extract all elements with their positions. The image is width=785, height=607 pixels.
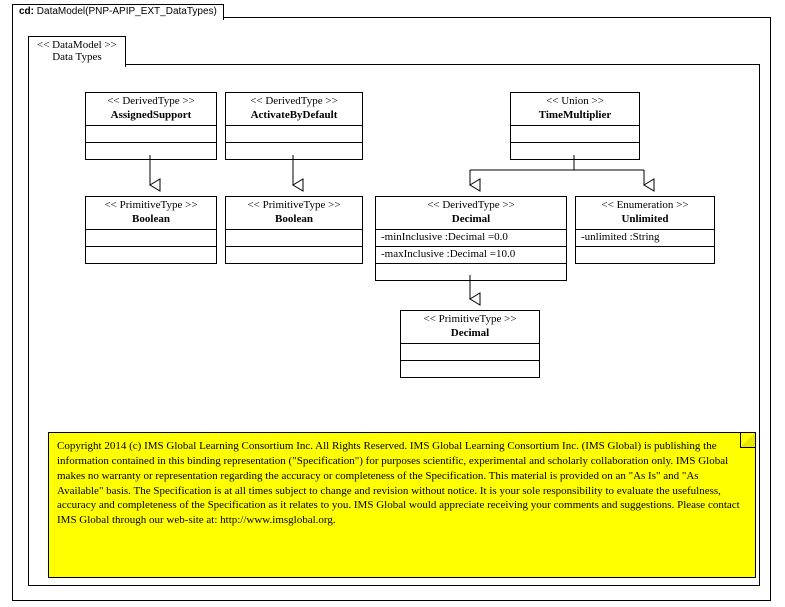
class-name: AssignedSupport bbox=[90, 109, 212, 123]
stereotype: << DerivedType >> bbox=[380, 199, 562, 213]
attr-max: -maxInclusive :Decimal =10.0 bbox=[376, 247, 566, 264]
empty-row bbox=[86, 143, 216, 159]
class-name: Boolean bbox=[230, 213, 358, 227]
empty-row bbox=[226, 230, 362, 247]
empty-row bbox=[376, 264, 566, 280]
stereotype: << PrimitiveType >> bbox=[405, 313, 535, 327]
stereotype: << Enumeration >> bbox=[580, 199, 710, 213]
empty-row bbox=[511, 143, 639, 159]
attr-unlimited: -unlimited :String bbox=[576, 230, 714, 247]
title-prefix: cd: bbox=[19, 6, 34, 17]
class-name: Boolean bbox=[90, 213, 212, 227]
stereotype: << Union >> bbox=[515, 95, 635, 109]
diagram-canvas: cd: DataModel(PNP-APIP_EXT_DataTypes) <<… bbox=[0, 0, 785, 607]
class-assigned-support: << DerivedType >> AssignedSupport bbox=[85, 92, 217, 160]
class-name: Decimal bbox=[380, 213, 562, 227]
class-name: Decimal bbox=[405, 327, 535, 341]
empty-row bbox=[86, 247, 216, 263]
class-name: TimeMultiplier bbox=[515, 109, 635, 123]
stereotype: << DerivedType >> bbox=[230, 95, 358, 109]
class-boolean-b: << PrimitiveType >> Boolean bbox=[225, 196, 363, 264]
class-time-multiplier: << Union >> TimeMultiplier bbox=[510, 92, 640, 160]
class-unlimited: << Enumeration >> Unlimited -unlimited :… bbox=[575, 196, 715, 264]
stereotype: << DerivedType >> bbox=[90, 95, 212, 109]
package-name: Data Types bbox=[37, 51, 117, 63]
title-name: DataModel(PNP-APIP_EXT_DataTypes) bbox=[37, 6, 217, 17]
empty-row bbox=[511, 126, 639, 143]
package-stereotype: << DataModel >> bbox=[37, 39, 117, 51]
class-name: Unlimited bbox=[580, 213, 710, 227]
empty-row bbox=[576, 247, 714, 263]
copyright-text: Copyright 2014 (c) IMS Global Learning C… bbox=[57, 440, 740, 526]
class-decimal-primitive: << PrimitiveType >> Decimal bbox=[400, 310, 540, 378]
stereotype: << PrimitiveType >> bbox=[230, 199, 358, 213]
stereotype: << PrimitiveType >> bbox=[90, 199, 212, 213]
attr-min: -minInclusive :Decimal =0.0 bbox=[376, 230, 566, 247]
class-boolean-a: << PrimitiveType >> Boolean bbox=[85, 196, 217, 264]
empty-row bbox=[401, 344, 539, 361]
empty-row bbox=[226, 143, 362, 159]
copyright-note: Copyright 2014 (c) IMS Global Learning C… bbox=[48, 432, 756, 578]
empty-row bbox=[86, 126, 216, 143]
empty-row bbox=[401, 361, 539, 377]
package-tab: << DataModel >> Data Types bbox=[28, 36, 126, 67]
class-activate-by-default: << DerivedType >> ActivateByDefault bbox=[225, 92, 363, 160]
empty-row bbox=[86, 230, 216, 247]
class-name: ActivateByDefault bbox=[230, 109, 358, 123]
class-decimal-derived: << DerivedType >> Decimal -minInclusive … bbox=[375, 196, 567, 281]
diagram-title-tab: cd: DataModel(PNP-APIP_EXT_DataTypes) bbox=[12, 4, 224, 20]
empty-row bbox=[226, 247, 362, 263]
empty-row bbox=[226, 126, 362, 143]
note-dogear-icon bbox=[740, 433, 755, 448]
